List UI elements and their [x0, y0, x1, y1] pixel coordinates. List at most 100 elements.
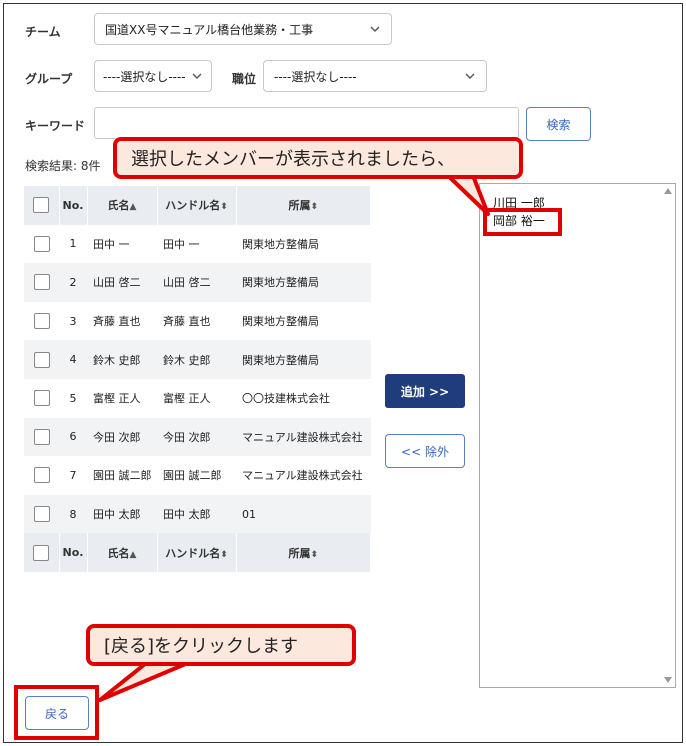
sort-icon: ⬍	[310, 549, 319, 560]
row-org: 関東地方整備局	[236, 224, 371, 264]
row-name: 富樫 正人	[87, 378, 157, 418]
row-org: 〇〇技建株式会社	[236, 378, 371, 418]
table-row: 8 田中 太郎 田中 太郎 01	[24, 494, 371, 534]
row-name: 斉藤 直也	[87, 301, 157, 341]
row-checkbox[interactable]	[33, 235, 50, 252]
header-handle-label: ハンドル名	[165, 199, 221, 213]
table-row: 5 富樫 正人 富樫 正人 〇〇技建株式会社	[24, 378, 371, 418]
team-select-value: 国道XX号マニュアル橋台他業務・工事	[105, 22, 314, 37]
footer-name-label: 氏名	[107, 546, 130, 560]
row-org: マニュアル建設株式会社	[236, 417, 371, 457]
keyword-input[interactable]	[94, 107, 519, 139]
row-name: 鈴木 史郎	[87, 340, 157, 379]
remove-button[interactable]: << 除外	[385, 434, 465, 468]
row-checkbox-cell	[24, 456, 59, 495]
select-all-checkbox[interactable]	[33, 197, 50, 214]
row-checkbox[interactable]	[33, 351, 50, 368]
result-count: 検索結果: 8件	[25, 159, 101, 173]
chevron-down-icon	[465, 73, 475, 79]
table-row: 1 田中 一田中 一関東地方整備局	[24, 224, 371, 264]
sort-icon: ⬍	[220, 202, 228, 213]
table-row: 2 山田 啓二 山田 啓二 関東地方整備局	[24, 263, 371, 302]
header-handle[interactable]: ハンドル名⬍	[157, 186, 237, 225]
group-label: グループ	[25, 72, 73, 86]
row-handle: 斉藤 直也	[157, 301, 236, 341]
selected-members-list[interactable]: 川田 一郎 岡部 裕一	[479, 183, 676, 688]
chevron-down-icon	[192, 73, 202, 79]
table-footer: No. 氏名▲ ハンドル名⬍ 所属⬍	[24, 533, 371, 572]
position-label: 職位	[232, 72, 257, 86]
row-checkbox[interactable]	[33, 428, 50, 445]
footer-checkbox-cell	[24, 533, 60, 572]
row-checkbox[interactable]	[33, 274, 50, 291]
position-select-value: ----選択なし----	[274, 69, 357, 84]
footer-no[interactable]: No.	[59, 533, 88, 572]
header-name-label: 氏名	[107, 199, 130, 213]
row-handle: 田中 一	[157, 224, 236, 264]
footer-org-label: 所属	[288, 546, 311, 560]
table-row: 7 園田 誠二郎 園田 誠二郎 マニュアル建設株式会社	[24, 456, 371, 495]
row-no: 1	[59, 224, 87, 264]
row-checkbox-cell	[24, 417, 59, 457]
sort-icon: ⬍	[220, 549, 228, 560]
row-checkbox-cell	[24, 301, 59, 341]
position-select[interactable]: ----選択なし----	[263, 60, 487, 92]
results-table: No. 氏名▲ ハンドル名⬍ 所属⬍ 1 田中 一田中 一関東地方整備局 2 山田 啓…	[24, 186, 371, 572]
row-checkbox-cell	[24, 378, 59, 418]
row-checkbox-cell	[24, 263, 59, 302]
header-org[interactable]: 所属⬍	[236, 186, 371, 225]
keyword-label: キーワード	[25, 119, 86, 133]
scroll-down-icon[interactable]	[664, 677, 672, 683]
select-all-checkbox[interactable]	[33, 544, 50, 561]
scroll-up-icon[interactable]	[664, 188, 672, 194]
header-no[interactable]: No.	[59, 186, 88, 225]
row-checkbox[interactable]	[33, 467, 50, 484]
table-row: 4 鈴木 史郎 鈴木 史郎 関東地方整備局	[24, 340, 371, 379]
team-select[interactable]: 国道XX号マニュアル橋台他業務・工事	[94, 13, 392, 45]
row-no: 3	[59, 301, 87, 341]
footer-name[interactable]: 氏名▲	[87, 533, 158, 572]
sort-icon: ⬍	[310, 202, 319, 213]
row-handle: 山田 啓二	[157, 263, 236, 302]
row-handle: 園田 誠二郎	[157, 456, 236, 495]
group-select-value: ----選択なし----	[103, 69, 186, 84]
row-name: 田中 太郎	[87, 494, 157, 534]
highlight-selected-member	[483, 208, 562, 236]
search-button[interactable]: 検索	[526, 107, 591, 141]
row-handle: 田中 太郎	[157, 494, 236, 534]
row-checkbox-cell	[24, 494, 59, 534]
table-row: 6 今田 次郎 今田 次郎 マニュアル建設株式会社	[24, 417, 371, 457]
footer-handle[interactable]: ハンドル名⬍	[157, 533, 237, 572]
row-handle: 鈴木 史郎	[157, 340, 236, 379]
row-org: 01	[236, 494, 371, 534]
row-no: 4	[59, 340, 87, 379]
row-org: 関東地方整備局	[236, 301, 371, 341]
row-no: 8	[59, 494, 87, 534]
footer-handle-label: ハンドル名	[165, 546, 221, 560]
row-checkbox-cell	[24, 224, 59, 264]
row-name: 今田 次郎	[87, 417, 157, 457]
row-checkbox[interactable]	[33, 390, 50, 407]
group-select[interactable]: ----選択なし----	[94, 60, 212, 92]
row-checkbox[interactable]	[33, 506, 50, 523]
row-no: 6	[59, 417, 87, 457]
footer-org[interactable]: 所属⬍	[236, 533, 371, 572]
row-org: 関東地方整備局	[236, 263, 371, 302]
sort-asc-icon: ▲	[129, 202, 137, 213]
chevron-down-icon	[370, 26, 380, 32]
row-name: 山田 啓二	[87, 263, 157, 302]
header-org-label: 所属	[288, 199, 311, 213]
row-checkbox[interactable]	[33, 313, 50, 330]
table-header: No. 氏名▲ ハンドル名⬍ 所属⬍	[24, 186, 371, 225]
row-handle: 今田 次郎	[157, 417, 236, 457]
header-name[interactable]: 氏名▲	[87, 186, 158, 225]
callout-members-shown: 選択したメンバーが表示されましたら、	[113, 137, 523, 179]
callout-click-back: [戻る]をクリックします	[86, 624, 356, 666]
row-name: 園田 誠二郎	[87, 456, 157, 495]
row-no: 7	[59, 456, 87, 495]
sort-asc-icon: ▲	[129, 549, 137, 560]
add-button[interactable]: 追加 >>	[385, 374, 465, 408]
highlight-back-button	[14, 685, 99, 740]
row-handle: 富樫 正人	[157, 378, 236, 418]
team-label: チーム	[25, 25, 61, 39]
